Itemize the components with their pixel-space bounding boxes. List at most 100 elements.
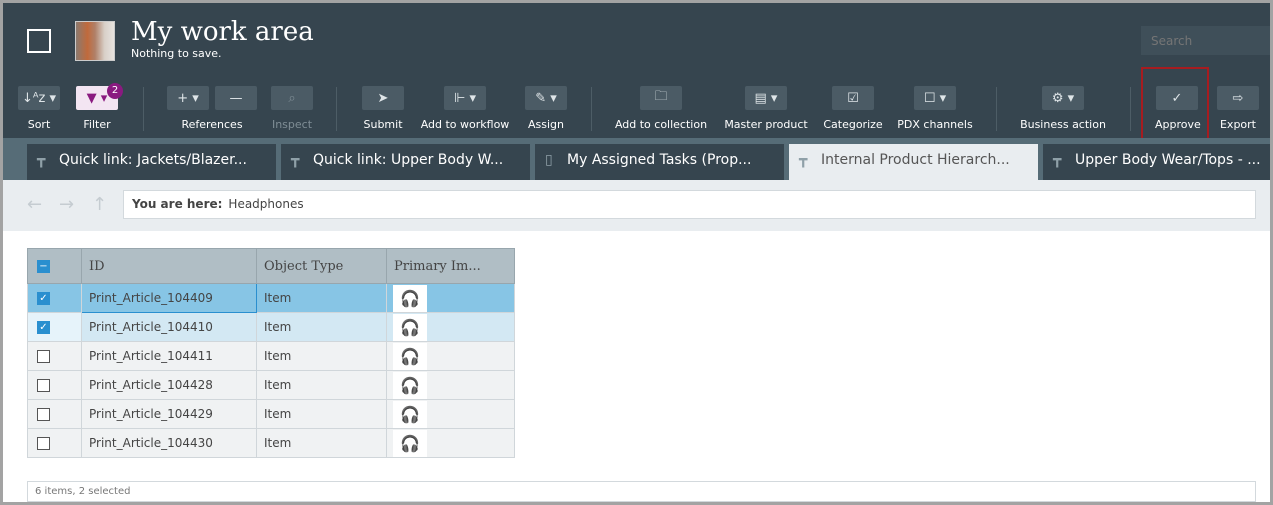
object-type-cell[interactable]: Item (256, 283, 387, 313)
id-cell[interactable]: Print_Article_104429 (81, 399, 257, 429)
references-button[interactable]: + ▾ — References (166, 86, 258, 131)
business-action-label: Business action (1020, 118, 1106, 131)
column-header-primary-image[interactable]: Primary Im... (386, 248, 515, 284)
categorize-button[interactable]: ☑ Categorize (822, 86, 884, 131)
pdx-icon: ☐ ▾ (914, 86, 956, 110)
row-checkbox-cell[interactable] (27, 428, 82, 458)
hierarchy-icon: ┳ (799, 152, 808, 168)
forward-icon[interactable]: → (59, 194, 74, 215)
sort-icon: ↓ᴬz ▾ (18, 86, 60, 110)
tab-quick-link-upper-body[interactable]: ┳ Quick link: Upper Body W... (281, 144, 530, 180)
primary-image-cell[interactable]: 🎧 (386, 341, 515, 371)
sort-button[interactable]: ↓ᴬz ▾ Sort (18, 86, 60, 131)
row-checkbox-cell[interactable] (27, 399, 82, 429)
back-icon[interactable]: ← (27, 194, 42, 215)
primary-image-cell[interactable]: 🎧 (386, 283, 515, 313)
workflow-icon: ⊩ ▾ (444, 86, 486, 110)
id-cell[interactable]: Print_Article_104428 (81, 370, 257, 400)
primary-image-cell[interactable]: 🎧 (386, 399, 515, 429)
object-type-cell[interactable]: Item (256, 341, 387, 371)
select-all-checkbox[interactable]: − (37, 259, 50, 273)
tab-upper-body-wear[interactable]: ┳ Upper Body Wear/Tops - ... (1043, 144, 1270, 180)
add-to-collection-button[interactable]: 🗀 Add to collection (614, 86, 708, 131)
submit-label: Submit (363, 118, 403, 131)
minus-icon[interactable]: — (215, 86, 257, 110)
avatar[interactable] (75, 21, 115, 61)
breadcrumb-bar: ← → ↑ You are here: Headphones (3, 180, 1270, 231)
object-type-cell[interactable]: Item (256, 399, 387, 429)
row-checkbox-cell[interactable]: ✓ (27, 312, 82, 342)
table-row[interactable]: Print_Article_104429 Item 🎧 (27, 399, 515, 429)
approve-highlight (1141, 67, 1209, 142)
breadcrumb-label: You are here: (132, 197, 223, 211)
row-checkbox[interactable] (37, 408, 50, 421)
add-to-workflow-button[interactable]: ⊩ ▾ Add to workflow (419, 86, 511, 131)
object-type-cell[interactable]: Item (256, 428, 387, 458)
page-title: My work area (131, 17, 314, 47)
categorize-label: Categorize (823, 118, 883, 131)
headphones-thumbnail: 🎧 (393, 313, 427, 341)
tab-label: Upper Body Wear/Tops - ... (1075, 152, 1261, 168)
headphones-thumbnail: 🎧 (393, 342, 427, 370)
table-row[interactable]: ✓ Print_Article_104410 Item 🎧 (27, 312, 515, 342)
row-checkbox-cell[interactable]: ✓ (27, 283, 82, 313)
id-cell[interactable]: Print_Article_104410 (81, 312, 257, 342)
document-icon: ▯ (545, 152, 553, 168)
tab-my-assigned-tasks[interactable]: ▯ My Assigned Tasks (Prop... (535, 144, 784, 180)
column-header-object-type[interactable]: Object Type (256, 248, 387, 284)
pdx-channels-label: PDX channels (897, 118, 973, 131)
business-action-button[interactable]: ⚙ ▾ Business action (1020, 86, 1106, 131)
tab-label: Quick link: Jackets/Blazer... (59, 152, 247, 168)
row-checkbox-cell[interactable] (27, 341, 82, 371)
row-checkbox[interactable]: ✓ (37, 321, 50, 334)
row-checkbox[interactable] (37, 437, 50, 450)
inspect-button[interactable]: ⌕ Inspect (270, 86, 314, 131)
collection-icon: 🗀 (640, 86, 682, 110)
app-window: My work area Nothing to save. ↓ᴬz ▾Sort … (3, 3, 1270, 502)
filter-button[interactable]: ▼ ▾ 2 Filter (75, 83, 123, 131)
object-type-cell[interactable]: Item (256, 370, 387, 400)
master-product-icon: ▤ ▾ (745, 86, 787, 110)
add-to-collection-label: Add to collection (614, 118, 708, 131)
search-input[interactable] (1141, 26, 1270, 55)
table-row[interactable]: Print_Article_104411 Item 🎧 (27, 341, 515, 371)
row-checkbox[interactable]: ✓ (37, 292, 50, 305)
row-checkbox[interactable] (37, 379, 50, 392)
table-row[interactable]: Print_Article_104430 Item 🎧 (27, 428, 515, 458)
id-cell[interactable]: Print_Article_104409 (81, 283, 257, 313)
primary-image-cell[interactable]: 🎧 (386, 428, 515, 458)
select-all-header[interactable]: − (27, 248, 82, 284)
filter-icon: ▼ ▾ 2 (76, 83, 123, 110)
assign-button[interactable]: ✎ ▾ Assign (524, 86, 568, 131)
pdx-channels-button[interactable]: ☐ ▾ PDX channels (897, 86, 973, 131)
breadcrumb-value[interactable]: Headphones (228, 197, 303, 211)
master-product-label: Master product (724, 118, 808, 131)
up-icon[interactable]: ↑ (92, 194, 107, 215)
id-cell[interactable]: Print_Article_104430 (81, 428, 257, 458)
inspect-icon: ⌕ (271, 86, 313, 110)
tab-label: Internal Product Hierarch... (821, 152, 1010, 168)
object-type-cell[interactable]: Item (256, 312, 387, 342)
submit-button[interactable]: ➤ Submit (361, 86, 405, 131)
menu-icon[interactable] (27, 29, 51, 53)
export-button[interactable]: ⇨ Export (1216, 86, 1260, 131)
table-row[interactable]: ✓ Print_Article_104409 Item 🎧 (27, 283, 515, 313)
row-checkbox-cell[interactable] (27, 370, 82, 400)
send-icon: ➤ (362, 86, 404, 110)
row-checkbox[interactable] (37, 350, 50, 363)
tab-internal-product-hierarchy[interactable]: ┳ Internal Product Hierarch... (789, 144, 1038, 180)
master-product-button[interactable]: ▤ ▾ Master product (723, 86, 809, 131)
save-status: Nothing to save. (131, 47, 222, 60)
column-header-id[interactable]: ID (81, 248, 257, 284)
sort-label: Sort (27, 118, 51, 131)
headphones-thumbnail: 🎧 (393, 429, 427, 457)
plus-icon[interactable]: + ▾ (167, 86, 209, 110)
primary-image-cell[interactable]: 🎧 (386, 312, 515, 342)
primary-image-cell[interactable]: 🎧 (386, 370, 515, 400)
references-label: References (181, 118, 243, 131)
tab-quick-link-jackets[interactable]: ┳ Quick link: Jackets/Blazer... (27, 144, 276, 180)
id-cell[interactable]: Print_Article_104411 (81, 341, 257, 371)
table-row[interactable]: Print_Article_104428 Item 🎧 (27, 370, 515, 400)
categorize-icon: ☑ (832, 86, 874, 110)
headphones-thumbnail: 🎧 (393, 400, 427, 428)
